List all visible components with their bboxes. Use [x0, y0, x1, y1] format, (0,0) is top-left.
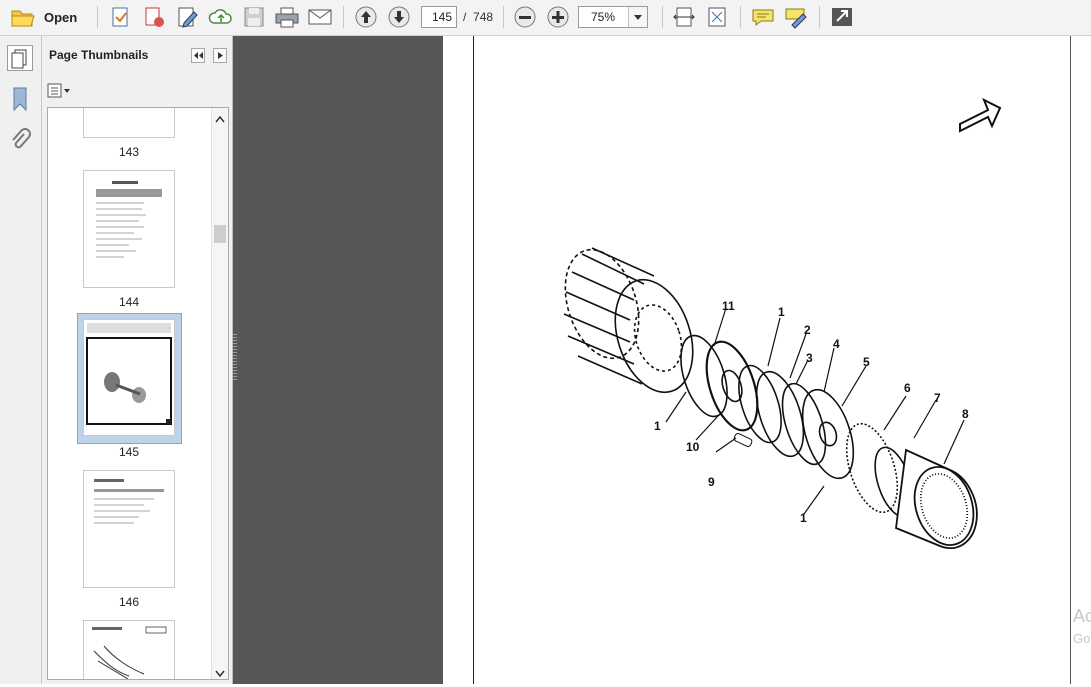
- create-pdf-icon[interactable]: [108, 5, 134, 29]
- callout-label: 1: [800, 511, 807, 525]
- callout-label: 10: [686, 440, 700, 454]
- thumbnail-preview: [86, 323, 172, 425]
- total-pages: 748: [473, 10, 494, 24]
- callout-label: 4: [833, 337, 840, 351]
- highlight-icon[interactable]: [783, 5, 809, 29]
- thumbnail-label: 145: [118, 445, 140, 459]
- previous-page-icon[interactable]: [353, 5, 379, 29]
- page-count-label: / 748: [463, 10, 494, 24]
- bookmarks-icon[interactable]: [9, 86, 31, 112]
- email-icon[interactable]: [306, 5, 334, 29]
- scrollbar-thumb[interactable]: [214, 225, 226, 243]
- print-icon[interactable]: [273, 5, 301, 29]
- fit-page-icon[interactable]: [704, 5, 730, 29]
- thumbnail-label: 143: [118, 145, 140, 159]
- zoom-select[interactable]: 75%: [578, 6, 648, 28]
- thumbnail-page-147[interactable]: [83, 620, 175, 679]
- orientation-arrow-icon: [959, 97, 1002, 133]
- attachments-icon[interactable]: [9, 128, 31, 154]
- collapse-panel-icon[interactable]: [191, 48, 205, 63]
- thumbnails-panel: Page Thumbnails 143 144 145 146: [42, 36, 233, 684]
- zoom-out-icon[interactable]: [512, 5, 538, 29]
- toolbar-divider: [343, 6, 344, 28]
- thumbnail-options-button[interactable]: [46, 82, 72, 100]
- main-toolbar: Open 145 / 748 75%: [0, 0, 1091, 36]
- callout-label: 8: [962, 407, 969, 421]
- zoom-value: 75%: [591, 10, 616, 24]
- exploded-parts-drawing: 11 1 2 3 4 5 6 7 8 9 10 1 1: [563, 97, 1002, 549]
- callout-label: 3: [806, 351, 813, 365]
- open-folder-icon[interactable]: [10, 5, 36, 29]
- document-background: [233, 36, 443, 684]
- edit-pdf-icon[interactable]: [175, 5, 201, 29]
- callout-label: 6: [904, 381, 911, 395]
- activation-watermark: Ac: [1073, 606, 1091, 626]
- convert-pdf-icon[interactable]: [141, 5, 167, 29]
- callout-label: 1: [654, 419, 661, 433]
- fullscreen-icon[interactable]: [829, 5, 855, 29]
- thumbnail-label: 144: [118, 295, 140, 309]
- panel-resize-handle[interactable]: [233, 334, 237, 382]
- thumbnail-page-143[interactable]: [83, 108, 175, 138]
- callout-label: 9: [708, 475, 715, 489]
- thumbnail-page-146[interactable]: [83, 470, 175, 588]
- callout-label: 7: [934, 391, 941, 405]
- open-button[interactable]: Open: [44, 10, 77, 25]
- page-thumbnails-icon[interactable]: [7, 45, 33, 71]
- scroll-up-icon[interactable]: [215, 112, 225, 126]
- save-icon[interactable]: [241, 5, 267, 29]
- chevron-down-icon[interactable]: [628, 7, 647, 27]
- pin: [733, 433, 753, 447]
- panel-title: Page Thumbnails: [49, 48, 149, 62]
- toolbar-divider: [503, 6, 504, 28]
- thumbnail-page-144[interactable]: [83, 170, 175, 288]
- callout-label: 11: [722, 299, 735, 313]
- toolbar-divider: [740, 6, 741, 28]
- current-page-input[interactable]: 145: [421, 6, 457, 28]
- navigation-strip: [0, 36, 42, 684]
- comment-icon[interactable]: [750, 5, 776, 29]
- clutch-hub: [895, 448, 978, 549]
- toolbar-divider: [819, 6, 820, 28]
- activation-watermark-sub: Go: [1073, 631, 1091, 646]
- zoom-in-icon[interactable]: [545, 5, 571, 29]
- document-page: 11 1 2 3 4 5 6 7 8 9 10 1 1: [473, 36, 1071, 684]
- callout-label: 5: [863, 355, 870, 369]
- thumbnail-label: 146: [118, 595, 140, 609]
- callout-label: 2: [804, 323, 811, 337]
- scroll-down-icon[interactable]: [215, 667, 225, 679]
- cloud-upload-icon[interactable]: [208, 5, 234, 29]
- thumbnail-preview: [92, 626, 167, 679]
- next-page-icon[interactable]: [386, 5, 412, 29]
- thumbnail-preview: [94, 479, 164, 524]
- toolbar-divider: [662, 6, 663, 28]
- callout-label: 1: [778, 305, 785, 319]
- panel-menu-icon[interactable]: [213, 48, 227, 63]
- thumbnail-page-145[interactable]: [83, 319, 175, 436]
- thumbnail-scrollbar[interactable]: [211, 108, 228, 679]
- thumbnail-list[interactable]: 143 144 145 146: [47, 107, 229, 680]
- toolbar-divider: [97, 6, 98, 28]
- thumbnail-preview: [96, 181, 162, 258]
- fit-width-icon[interactable]: [671, 5, 697, 29]
